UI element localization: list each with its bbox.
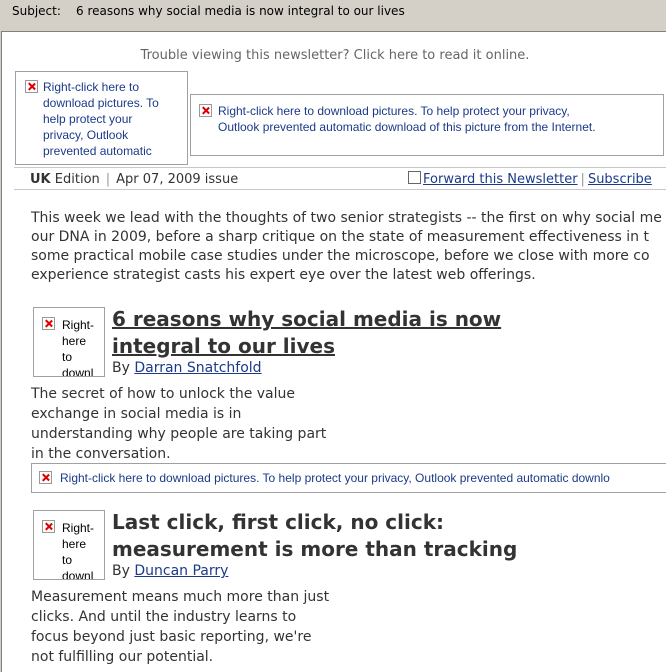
byline: By Darran Snatchfold xyxy=(112,360,262,376)
placeholder-text: Right-click here to download pictures. T… xyxy=(60,471,610,485)
trouble-viewing-banner: Trouble viewing this newsletter? Click h… xyxy=(2,48,666,63)
subject-value: 6 reasons why social media is now integr… xyxy=(76,4,405,18)
article-title-link[interactable]: Last click, first click, no click: measu… xyxy=(112,509,517,563)
subject-label: Subject: xyxy=(12,4,61,18)
broken-image-icon xyxy=(25,80,38,93)
broken-image-icon xyxy=(42,317,55,330)
article-thumbnail-placeholder[interactable]: Right- here to downl xyxy=(33,307,105,377)
edition-info: UK Edition | Apr 07, 2009 issue xyxy=(30,172,239,187)
author-link[interactable]: Duncan Parry xyxy=(134,563,228,579)
subscribe-link[interactable]: Subscribe xyxy=(588,172,652,187)
subject-bar: Subject: 6 reasons why social media is n… xyxy=(0,0,666,24)
forward-newsletter-link[interactable]: Forward this Newsletter xyxy=(423,172,578,187)
banner-image-placeholder[interactable]: Right-click here to download pictures. T… xyxy=(190,94,664,156)
placeholder-text: Right-click here to download pictures. T… xyxy=(218,104,596,134)
byline: By Duncan Parry xyxy=(112,563,229,579)
broken-image-icon xyxy=(199,104,212,117)
forward-checkbox-icon xyxy=(408,171,421,184)
message-body[interactable]: Trouble viewing this newsletter? Click h… xyxy=(1,31,666,672)
placeholder-text: Right- here to downl xyxy=(62,318,95,377)
placeholder-text: Right- here to downl xyxy=(62,521,95,580)
broken-image-icon xyxy=(39,471,52,484)
broken-image-icon xyxy=(42,520,55,533)
article-thumbnail-placeholder[interactable]: Right- here to downl xyxy=(33,510,105,580)
placeholder-text: Right-click here to download pictures. T… xyxy=(43,80,159,158)
forward-subscribe-links: Forward this Newsletter | Subscribe xyxy=(408,171,652,187)
logo-image-placeholder[interactable]: Right-click here to download pictures. T… xyxy=(15,71,188,165)
intro-paragraph: This week we lead with the thoughts of t… xyxy=(31,210,662,283)
author-link[interactable]: Darran Snatchfold xyxy=(134,360,261,376)
divider xyxy=(14,167,666,168)
read-online-link[interactable]: Trouble viewing this newsletter? Click h… xyxy=(141,48,530,63)
divider xyxy=(14,189,666,190)
article-title-link[interactable]: 6 reasons why social media is now integr… xyxy=(112,306,501,360)
inline-ad-placeholder[interactable]: Right-click here to download pictures. T… xyxy=(31,463,666,493)
article-description: The secret of how to unlock the value ex… xyxy=(31,386,327,462)
article-description: Measurement means much more than just cl… xyxy=(31,589,330,665)
